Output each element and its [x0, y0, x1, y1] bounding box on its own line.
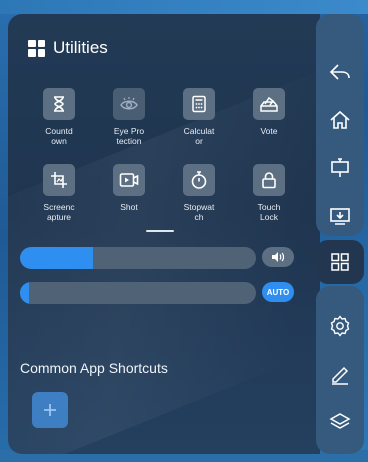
- whiteboard-icon: [331, 158, 349, 177]
- panel-header: Utilities: [28, 38, 108, 58]
- annotate-button[interactable]: [316, 354, 364, 394]
- screencapture-icon: [43, 164, 75, 196]
- eye-protection-icon: [113, 88, 145, 120]
- page-title: Utilities: [53, 38, 108, 57]
- tool-vote[interactable]: Vote: [234, 88, 304, 136]
- pen-icon: [332, 366, 349, 385]
- home-button[interactable]: [316, 100, 364, 140]
- shortcuts-title: Common App Shortcuts: [20, 360, 168, 376]
- side-toolbar: [316, 14, 368, 454]
- speaker-icon[interactable]: [262, 247, 294, 267]
- apps-button[interactable]: [316, 240, 364, 284]
- tool-label: Vote: [260, 126, 278, 136]
- back-icon: [329, 64, 350, 80]
- whiteboard-button[interactable]: [316, 148, 364, 188]
- tool-stopwatch[interactable]: Stopwat ch: [164, 164, 234, 222]
- volume-slider[interactable]: [20, 247, 256, 269]
- layers-icon: [329, 413, 351, 429]
- screen-cast-button[interactable]: [316, 196, 364, 236]
- calculator-icon: [183, 88, 215, 120]
- tool-label: Eye Pro tection: [113, 126, 145, 146]
- volume-slider-fill: [20, 247, 94, 269]
- screen-cast-icon: [330, 208, 350, 225]
- back-button[interactable]: [316, 52, 364, 92]
- tool-shot[interactable]: Shot: [94, 164, 164, 212]
- layers-button[interactable]: [316, 402, 364, 442]
- hourglass-icon: [43, 88, 75, 120]
- page-indicator: [146, 230, 174, 232]
- brightness-slider[interactable]: [20, 282, 256, 304]
- stopwatch-icon: [183, 164, 215, 196]
- vote-icon: [253, 88, 285, 120]
- background-top: [0, 0, 368, 14]
- utilities-panel: Utilities Countd own Eye Pro tection Cal…: [8, 14, 320, 454]
- tool-countdown[interactable]: Countd own: [24, 88, 94, 146]
- settings-icon: [330, 315, 350, 337]
- tool-label: Shot: [120, 202, 138, 212]
- plus-icon: [44, 404, 56, 416]
- apps-grid-icon: [331, 253, 349, 271]
- auto-brightness-button[interactable]: AUTO: [262, 282, 294, 302]
- tool-label: Touch Lock: [257, 202, 281, 222]
- add-shortcut-button[interactable]: [32, 392, 68, 428]
- shot-icon: [113, 164, 145, 196]
- settings-button[interactable]: [316, 306, 364, 346]
- tool-label: Calculat or: [183, 126, 215, 146]
- tool-eye-protection[interactable]: Eye Pro tection: [94, 88, 164, 146]
- tool-calculator[interactable]: Calculat or: [164, 88, 234, 146]
- grid-icon: [28, 39, 45, 57]
- lock-icon: [253, 164, 285, 196]
- tool-label: Stopwat ch: [183, 202, 215, 222]
- tool-label: Countd own: [45, 126, 73, 146]
- home-icon: [330, 110, 350, 129]
- tool-screencapture[interactable]: Screenc apture: [24, 164, 94, 222]
- tool-label: Screenc apture: [43, 202, 75, 222]
- tool-touch-lock[interactable]: Touch Lock: [234, 164, 304, 222]
